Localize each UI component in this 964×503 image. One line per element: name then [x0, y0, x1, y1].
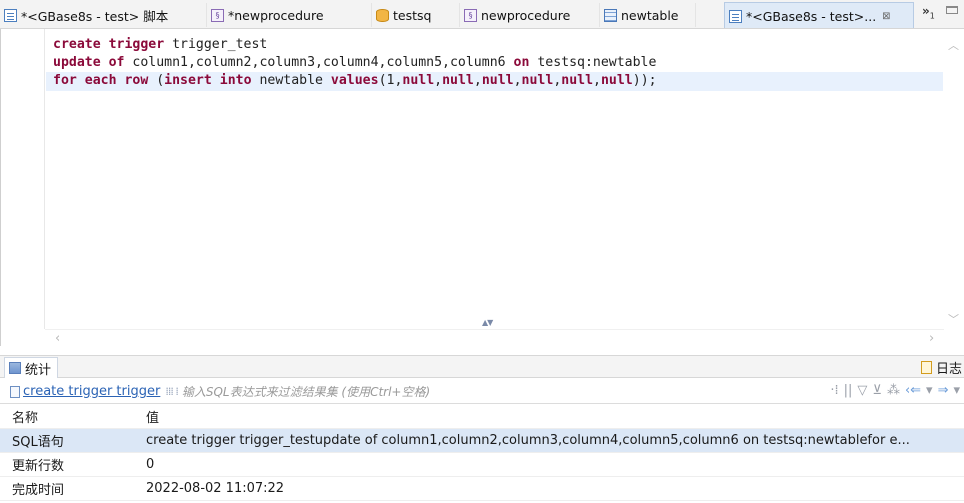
filter-toolbar: ·⁞ || ▽ ⊻ ⁂ ‹⇐ ▾ ⇒ ▾ [830, 383, 960, 398]
sql-text: (1, [378, 73, 403, 88]
tab-newtable[interactable]: newtable [600, 3, 696, 27]
table-row[interactable]: SQL语句 create trigger trigger_testupdate … [0, 429, 964, 453]
filter-placeholder: 输入SQL表达式来过滤结果集 (使用Ctrl+空格) [181, 385, 431, 399]
row-value-cell: create trigger trigger_testupdate of col… [146, 433, 910, 448]
close-icon[interactable]: ⊠ [882, 11, 890, 22]
forward-dropdown-icon[interactable]: ▾ [953, 383, 960, 398]
log-icon [920, 361, 932, 374]
overflow-chevron-icon: » [922, 4, 930, 18]
filter-history-icon[interactable]: ⁞⁞⁞ ⁞ [165, 385, 179, 398]
sql-keyword: values [330, 73, 379, 88]
history-icon[interactable]: ⁂ [887, 383, 900, 398]
row-name-cell: 完成时间 [12, 483, 65, 498]
row-name-cell: SQL语句 [12, 435, 64, 450]
sql-keyword: insert into [164, 73, 252, 88]
editor-tab-bar: *<GBase8s - test> 脚本 § *newprocedure tes… [0, 0, 964, 29]
tab-label: *newprocedure [228, 7, 324, 23]
forward-icon[interactable]: ⇒ [938, 383, 949, 398]
code-line[interactable]: create trigger trigger_test [53, 36, 657, 54]
sql-text: , [473, 73, 482, 88]
database-icon [376, 8, 389, 22]
filter-input[interactable]: ⁞⁞⁞ ⁞ 输入SQL表达式来过滤结果集 (使用Ctrl+空格) [164, 381, 675, 402]
procedure-icon: § [211, 8, 224, 22]
horizontal-scrollbar[interactable]: ‹ › [45, 329, 944, 346]
sql-editor[interactable]: create trigger trigger_test update of col… [0, 29, 964, 346]
tab-newprocedure[interactable]: § newprocedure [460, 3, 600, 27]
code-line[interactable]: for each row (insert into newtable value… [53, 72, 657, 90]
row-name-cell: 更新行数 [12, 459, 65, 474]
sql-keyword: null [521, 73, 554, 88]
code-line[interactable]: update of column1,column2,column3,column… [53, 54, 657, 72]
row-value-cell: 2022-08-02 11:07:22 [146, 481, 285, 496]
tab-testsq[interactable]: testsq [372, 3, 460, 27]
statistics-table: 名称 值 SQL语句 create trigger trigger_testup… [0, 405, 964, 501]
sql-keyword: null [561, 73, 594, 88]
scroll-up-icon[interactable]: ︿ [948, 37, 959, 53]
sql-text: column1,column2,column3,column4,column5,… [124, 55, 514, 70]
sql-keyword: for each row [53, 73, 149, 88]
code-area[interactable]: create trigger trigger_test update of col… [53, 36, 657, 90]
tab-log-label: 日志 [935, 362, 962, 377]
table-header-row: 名称 值 [0, 405, 964, 429]
sql-text: , [434, 73, 443, 88]
tab-label: newtable [621, 7, 679, 23]
panel-split-handle[interactable]: ▲▼ [482, 318, 493, 327]
editor-gutter [9, 29, 45, 329]
clear-filter-icon[interactable]: ⊻ [872, 383, 882, 398]
sql-keyword: create trigger [53, 37, 165, 52]
column-header-value[interactable]: 值 [146, 407, 964, 426]
tab-statistics[interactable]: 统计 [4, 357, 59, 378]
tab-overflow-button[interactable]: »1 [922, 4, 935, 20]
sql-keyword: null [481, 73, 514, 88]
sql-keyword: update of [53, 55, 125, 70]
scroll-left-icon[interactable]: ‹ [55, 331, 60, 346]
table-icon [604, 8, 617, 22]
tab-label: *<GBase8s - test>... [746, 8, 877, 24]
tab-label: *<GBase8s - test> 脚本 [21, 8, 169, 24]
back-dropdown-icon[interactable]: ▾ [926, 383, 933, 398]
filter-icon[interactable]: ▽ [857, 383, 867, 398]
column-separator-icon[interactable]: || [844, 383, 853, 398]
sql-keyword: null [600, 73, 633, 88]
sql-keyword: on [513, 55, 530, 70]
table-row[interactable]: 完成时间 2022-08-02 11:07:22 [0, 477, 964, 501]
filter-bar: create trigger trigger ⁞⁞⁞ ⁞ 输入SQL表达式来过滤… [0, 380, 964, 404]
sql-text: newtable [251, 73, 331, 88]
sql-text: trigger_test [164, 37, 268, 52]
overflow-count: 1 [929, 11, 935, 21]
scroll-down-icon[interactable]: ﹀ [948, 311, 959, 327]
back-icon[interactable]: ‹⇐ [905, 383, 921, 398]
tab-newprocedure-unsaved[interactable]: § *newprocedure [207, 3, 372, 27]
query-label-text: create trigger trigger [23, 384, 161, 399]
statistics-icon [9, 362, 21, 374]
filter-dropdown-icon[interactable]: ·⁞ [830, 383, 838, 398]
sql-text: , [513, 73, 522, 88]
sql-text: testsq:newtable [529, 55, 657, 70]
sql-text: , [593, 73, 601, 88]
tab-log[interactable]: 日志 [920, 358, 962, 377]
query-link[interactable]: create trigger trigger [10, 384, 160, 399]
tab-statistics-label: 统计 [25, 362, 52, 378]
sql-text: ( [148, 73, 165, 88]
tab-script-active[interactable]: *<GBase8s - test>... ⊠ [724, 2, 914, 28]
procedure-icon: § [464, 8, 477, 22]
script-doc-icon [4, 8, 17, 22]
tab-label: newprocedure [481, 7, 571, 23]
sql-keyword: null [402, 73, 435, 88]
results-panel-header: 统计 日志 [0, 355, 964, 378]
table-row[interactable]: 更新行数 0 [0, 453, 964, 477]
tab-script[interactable]: *<GBase8s - test> 脚本 [0, 3, 207, 27]
tab-label: testsq [393, 7, 432, 23]
scroll-right-icon[interactable]: › [929, 331, 934, 346]
sql-doc-icon [10, 385, 20, 398]
column-header-name[interactable]: 名称 [0, 407, 146, 426]
script-doc-icon [729, 9, 742, 23]
row-value-cell: 0 [146, 457, 155, 472]
sql-keyword: null [442, 73, 474, 88]
sql-text: )); [632, 73, 657, 88]
minimize-icon[interactable] [946, 6, 958, 14]
vertical-scrollbar[interactable]: ︿ ﹀ [943, 29, 964, 329]
